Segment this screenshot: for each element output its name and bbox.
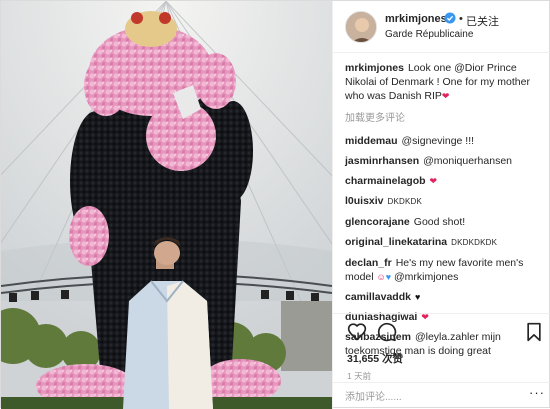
separator-dot: •	[459, 13, 463, 25]
add-comment-bar: 添加评论...... ···	[333, 382, 550, 409]
comment-text: @moniquerhansen	[423, 155, 513, 167]
post-photo[interactable]	[1, 1, 332, 409]
load-more-comments[interactable]: 加载更多评论	[345, 109, 545, 124]
avatar-photo	[346, 12, 376, 42]
post-caption: mrkimjones Look one @Dior Prince Nikolai …	[345, 61, 545, 103]
comment-username[interactable]: charmainelagob	[345, 175, 426, 187]
add-comment-input[interactable]: 添加评论......	[345, 388, 402, 403]
comment-username[interactable]: middemau	[345, 135, 398, 147]
post-timestamp[interactable]: 1 天前	[347, 370, 371, 382]
more-dots-icon[interactable]: ···	[529, 385, 545, 400]
comment-text: DKDKDKDK	[451, 238, 498, 247]
comment-item: charmainelagob ❤	[345, 174, 545, 188]
red-heart-emoji-icon: ❤	[441, 91, 450, 101]
comment-username[interactable]: declan_fr	[345, 257, 392, 269]
comment-text: @signevinge !!!	[401, 135, 475, 147]
giant-flower-bear-image	[1, 1, 332, 409]
speech-bubble-icon[interactable]	[377, 322, 397, 342]
comment-item: jasminrhansen @moniquerhansen	[345, 154, 545, 168]
avatar[interactable]	[345, 11, 377, 43]
header-username[interactable]: mrkimjones	[385, 13, 447, 25]
blue-heart-emoji-icon: ♥	[385, 272, 392, 282]
comment-item: declan_fr He's my new favorite men's mode…	[345, 256, 545, 284]
smiling-emoji-icon: ☺	[376, 272, 386, 282]
likes-count[interactable]: 31,655 次赞	[347, 351, 403, 366]
location-link[interactable]: Garde Républicaine	[385, 29, 473, 40]
comment-username[interactable]: glencorajane	[345, 216, 410, 228]
comment-item: glencorajane Good shot!	[345, 215, 545, 229]
comment-item: original_linekatarina DKDKDKDK	[345, 235, 545, 250]
comment-username[interactable]: original_linekatarina	[345, 236, 447, 248]
post-actions: 31,655 次赞 1 天前	[333, 313, 550, 393]
instagram-post: mrkimjones • 已关注 Garde Républicaine mrki…	[0, 0, 550, 409]
heart-outline-icon[interactable]	[347, 322, 367, 342]
comment-item: middemau @signevinge !!!	[345, 134, 545, 148]
comment-username[interactable]: l0uisxiv	[345, 195, 384, 207]
post-header: mrkimjones • 已关注 Garde Républicaine	[333, 1, 550, 53]
following-button[interactable]: 已关注	[466, 13, 499, 29]
post-side-panel: mrkimjones • 已关注 Garde Républicaine mrki…	[332, 1, 550, 409]
black-heart-emoji-icon: ♥	[414, 292, 421, 302]
verified-badge-icon	[444, 12, 456, 24]
bookmark-icon[interactable]	[526, 322, 542, 342]
caption-username[interactable]: mrkimjones	[345, 62, 404, 74]
comment-mention[interactable]: @mrkimjones	[394, 271, 458, 283]
comment-item: l0uisxiv DKDKDK	[345, 194, 545, 209]
red-heart-emoji-icon: ❤	[429, 176, 438, 186]
comment-username[interactable]: jasminrhansen	[345, 155, 419, 167]
comment-item: camillavaddk ♥	[345, 290, 545, 304]
comment-text: Good shot!	[413, 216, 466, 228]
comment-username[interactable]: camillavaddk	[345, 291, 411, 303]
comment-text: DKDKDK	[387, 197, 423, 206]
